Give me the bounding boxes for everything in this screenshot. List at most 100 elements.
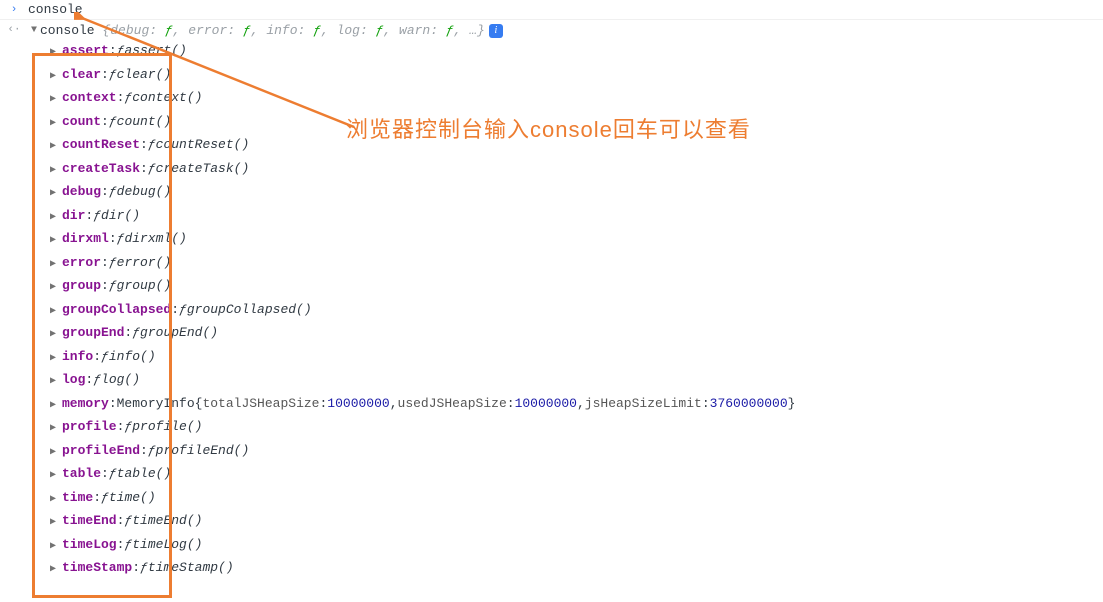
expand-icon[interactable]: ▶ (50, 445, 62, 460)
function-marker: ƒ (101, 347, 109, 367)
function-marker: ƒ (109, 65, 117, 85)
function-call: timeLog() (132, 535, 202, 555)
info-badge-icon[interactable]: i (489, 24, 503, 38)
function-call: profileEnd() (156, 441, 250, 461)
function-call: dir() (101, 206, 140, 226)
property-name: clear (62, 65, 101, 85)
expand-icon[interactable]: ▶ (50, 45, 62, 60)
property-row[interactable]: ▶time: ƒ time() (28, 486, 1103, 510)
property-row[interactable]: ▶info: ƒ info() (28, 345, 1103, 369)
object-preview: {debug: ƒ, error: ƒ, info: ƒ, log: ƒ, wa… (102, 23, 484, 38)
function-marker: ƒ (109, 464, 117, 484)
property-row[interactable]: ▶dir: ƒ dir() (28, 204, 1103, 228)
expand-icon[interactable]: ▶ (50, 327, 62, 342)
property-row[interactable]: ▶context: ƒ context() (28, 86, 1103, 110)
property-row[interactable]: ▶group: ƒ group() (28, 274, 1103, 298)
property-row[interactable]: ▶groupCollapsed: ƒ groupCollapsed() (28, 298, 1103, 322)
function-marker: ƒ (148, 441, 156, 461)
function-marker: ƒ (124, 535, 132, 555)
function-marker: ƒ (124, 511, 132, 531)
expand-icon[interactable]: ▶ (50, 421, 62, 436)
property-name: group (62, 276, 101, 296)
function-marker: ƒ (117, 229, 125, 249)
property-name: table (62, 464, 101, 484)
property-name: groupEnd (62, 323, 124, 343)
function-marker: ƒ (140, 558, 148, 578)
expand-icon[interactable]: ▶ (50, 163, 62, 178)
expand-icon[interactable]: ▶ (50, 280, 62, 295)
function-call: clear() (117, 65, 172, 85)
expand-icon[interactable]: ▶ (50, 351, 62, 366)
expand-icon[interactable]: ▶ (50, 468, 62, 483)
property-name: timeLog (62, 535, 117, 555)
type-name: MemoryInfo (117, 394, 195, 414)
expand-icon[interactable]: ▶ (50, 233, 62, 248)
property-row[interactable]: ▶table: ƒ table() (28, 462, 1103, 486)
function-call: createTask() (156, 159, 250, 179)
expand-icon[interactable]: ▶ (50, 116, 62, 131)
property-row[interactable]: ▶timeEnd: ƒ timeEnd() (28, 509, 1103, 533)
property-row[interactable]: ▶log: ƒ log() (28, 368, 1103, 392)
property-row[interactable]: ▶clear: ƒ clear() (28, 63, 1103, 87)
expand-icon[interactable]: ▶ (50, 562, 62, 577)
function-call: context() (132, 88, 202, 108)
console-command[interactable]: console (24, 2, 83, 17)
expand-icon[interactable]: ▶ (50, 398, 62, 413)
expand-toggle-icon[interactable]: ▼ (28, 25, 40, 36)
property-row[interactable]: ▶profile: ƒ profile() (28, 415, 1103, 439)
function-call: timeEnd() (132, 511, 202, 531)
function-marker: ƒ (93, 370, 101, 390)
property-name: context (62, 88, 117, 108)
expand-icon[interactable]: ▶ (50, 186, 62, 201)
property-name: timeEnd (62, 511, 117, 531)
property-row[interactable]: ▶memory: MemoryInfo {totalJSHeapSize: 10… (28, 392, 1103, 416)
property-name: profileEnd (62, 441, 140, 461)
function-marker: ƒ (148, 159, 156, 179)
property-row[interactable]: ▶profileEnd: ƒ profileEnd() (28, 439, 1103, 463)
property-name: assert (62, 41, 109, 61)
function-marker: ƒ (109, 112, 117, 132)
expand-icon[interactable]: ▶ (50, 304, 62, 319)
expand-icon[interactable]: ▶ (50, 374, 62, 389)
property-row[interactable]: ▶debug: ƒ debug() (28, 180, 1103, 204)
function-call: countReset() (156, 135, 250, 155)
expand-icon[interactable]: ▶ (50, 515, 62, 530)
function-call: profile() (132, 417, 202, 437)
property-row[interactable]: ▶groupEnd: ƒ groupEnd() (28, 321, 1103, 345)
expand-icon[interactable]: ▶ (50, 139, 62, 154)
property-row[interactable]: ▶dirxml: ƒ dirxml() (28, 227, 1103, 251)
function-marker: ƒ (148, 135, 156, 155)
function-call: log() (101, 370, 140, 390)
property-name: timeStamp (62, 558, 132, 578)
object-summary-row[interactable]: ▼ console {debug: ƒ, error: ƒ, info: ƒ, … (28, 22, 1103, 39)
function-call: timeStamp() (148, 558, 234, 578)
property-name: log (62, 370, 85, 390)
property-row[interactable]: ▶createTask: ƒ createTask() (28, 157, 1103, 181)
expand-icon[interactable]: ▶ (50, 92, 62, 107)
expand-icon[interactable]: ▶ (50, 257, 62, 272)
function-call: count() (117, 112, 172, 132)
expand-icon[interactable]: ▶ (50, 210, 62, 225)
function-call: groupEnd() (140, 323, 218, 343)
property-row[interactable]: ▶count: ƒ count() (28, 110, 1103, 134)
property-row[interactable]: ▶assert: ƒ assert() (28, 39, 1103, 63)
function-marker: ƒ (132, 323, 140, 343)
function-marker: ƒ (109, 253, 117, 273)
property-row[interactable]: ▶timeStamp: ƒ timeStamp() (28, 556, 1103, 580)
property-name: debug (62, 182, 101, 202)
function-marker: ƒ (93, 206, 101, 226)
expand-icon[interactable]: ▶ (50, 492, 62, 507)
property-name: createTask (62, 159, 140, 179)
function-call: groupCollapsed() (187, 300, 312, 320)
expand-icon[interactable]: ▶ (50, 539, 62, 554)
property-row[interactable]: ▶countReset: ƒ countReset() (28, 133, 1103, 157)
object-name: console (40, 23, 95, 38)
function-marker: ƒ (101, 488, 109, 508)
function-marker: ƒ (117, 41, 125, 61)
function-call: debug() (117, 182, 172, 202)
property-row[interactable]: ▶error: ƒ error() (28, 251, 1103, 275)
expand-icon[interactable]: ▶ (50, 69, 62, 84)
property-row[interactable]: ▶timeLog: ƒ timeLog() (28, 533, 1103, 557)
function-marker: ƒ (109, 182, 117, 202)
object-header: console {debug: ƒ, error: ƒ, info: ƒ, lo… (40, 23, 485, 38)
